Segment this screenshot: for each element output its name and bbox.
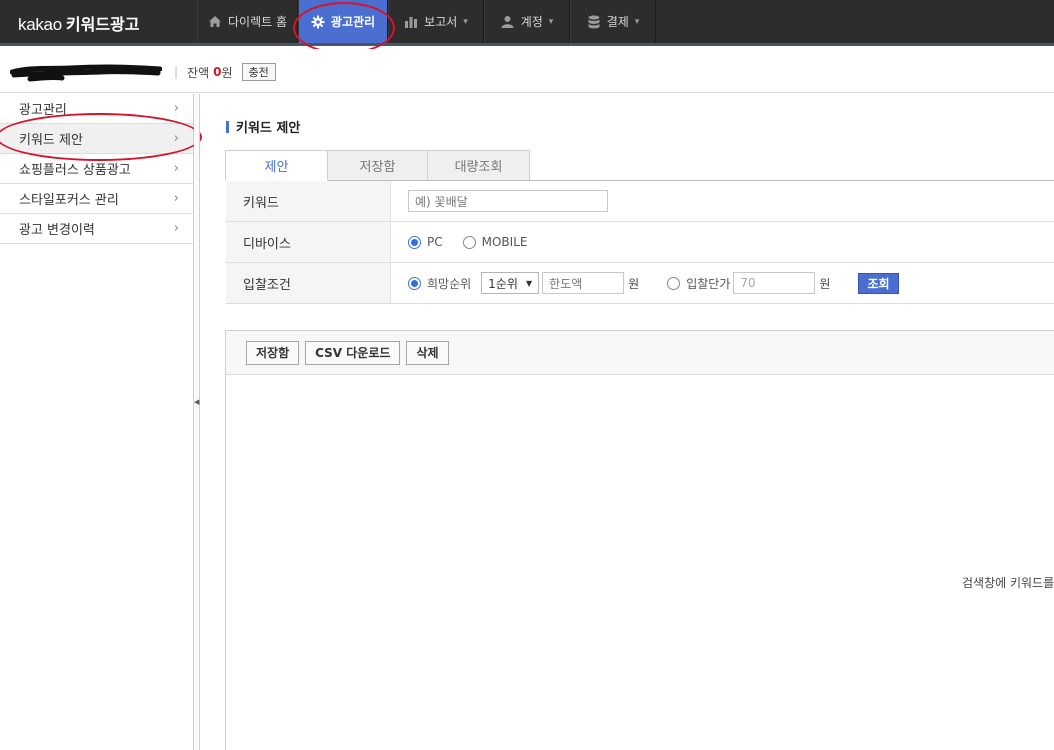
tab-bulk-query[interactable]: 대량조회 bbox=[427, 150, 530, 181]
nav-payment-label: 결제 bbox=[606, 15, 629, 29]
nav-report[interactable]: 보고서 ▾ bbox=[388, 0, 484, 43]
bar-chart-icon bbox=[404, 15, 418, 29]
tab-bar: 제안 저장함 대량조회 bbox=[225, 150, 530, 181]
radio-empty-icon bbox=[667, 276, 681, 290]
sidebar-item-label: 키워드 제안 bbox=[19, 133, 83, 148]
chevron-right-icon: › bbox=[173, 161, 179, 176]
sidebar-item-label: 스타일포커스 관리 bbox=[19, 193, 119, 208]
bid-price-input[interactable]: 70 bbox=[733, 272, 816, 294]
empty-results-message: 검색창에 키워드를 bbox=[962, 576, 1054, 590]
device-radio-pc[interactable]: PC bbox=[408, 235, 443, 249]
balance-area: | 잔액 0 원 충전 bbox=[174, 63, 276, 81]
sidebar-item-style-focus[interactable]: 스타일포커스 관리 › bbox=[0, 184, 193, 214]
chevron-down-icon: ▾ bbox=[548, 16, 554, 27]
form-row-keyword: 키워드 예) 꽃배달 bbox=[226, 181, 1054, 222]
nav-payment[interactable]: 결제 ▾ bbox=[570, 0, 656, 43]
chevron-right-icon: › bbox=[173, 131, 179, 146]
form-row-device: 디바이스 PC MOBILE bbox=[226, 222, 1054, 263]
divider: | bbox=[174, 65, 179, 79]
brand-product: 키워드광고 bbox=[65, 15, 140, 34]
bid-radio-price[interactable]: 입찰단가 bbox=[667, 275, 730, 292]
sidebar-item-shopping-plus[interactable]: 쇼핑플러스 상품광고 › bbox=[0, 154, 193, 184]
rank-select[interactable]: 1순위 ▼ bbox=[481, 272, 540, 294]
gear-icon bbox=[311, 15, 325, 29]
bid-condition-label: 입찰조건 bbox=[226, 263, 391, 303]
bid-price-unit: 원 bbox=[819, 276, 831, 291]
radio-selected-icon bbox=[408, 276, 421, 290]
database-icon bbox=[587, 15, 601, 29]
caret-down-icon: ▼ bbox=[526, 278, 533, 288]
csv-download-button[interactable]: CSV 다운로드 bbox=[305, 340, 401, 365]
account-bar: | 잔액 0 원 충전 bbox=[0, 49, 1054, 93]
brand-kakao: kakao bbox=[18, 15, 62, 34]
keyword-label: 키워드 bbox=[226, 181, 391, 221]
sidebar: 광고관리 › 키워드 제안 › 쇼핑플러스 상품광고 › 스타일포커스 관리 ›… bbox=[0, 94, 194, 750]
save-to-box-button[interactable]: 저장함 bbox=[246, 340, 300, 365]
sidebar-collapse-handle[interactable]: ◀ bbox=[194, 94, 200, 750]
results-panel: 저장함 CSV 다운로드 삭제 검색창에 키워드를 bbox=[225, 330, 1054, 750]
chevron-down-icon: ▾ bbox=[634, 16, 640, 27]
rank-option-label: 희망순위 bbox=[427, 276, 472, 291]
user-icon bbox=[501, 15, 515, 29]
form-row-bid: 입찰조건 희망순위 1순위 ▼ 한도액 원 입찰단가 70 원 조회 bbox=[226, 263, 1054, 304]
chevron-right-icon: › bbox=[173, 221, 179, 236]
radio-selected-icon bbox=[408, 235, 421, 249]
top-navigation-bar: kakao 키워드광고 다이렉트 홈 광고관리 보고서 ▾ 계정 ▾ 결제 ▾ bbox=[0, 0, 1054, 46]
limit-unit: 원 bbox=[628, 276, 640, 291]
home-icon bbox=[208, 15, 222, 29]
delete-button[interactable]: 삭제 bbox=[406, 340, 449, 365]
rank-select-value: 1순위 bbox=[488, 276, 518, 291]
sidebar-item-ad-management[interactable]: 광고관리 › bbox=[0, 94, 193, 124]
results-toolbar: 저장함 CSV 다운로드 삭제 bbox=[226, 331, 1054, 375]
device-label: 디바이스 bbox=[226, 222, 391, 262]
nav-account-label: 계정 bbox=[520, 15, 543, 29]
device-radio-mobile[interactable]: MOBILE bbox=[462, 235, 528, 249]
nav-account[interactable]: 계정 ▾ bbox=[484, 0, 570, 43]
title-marker bbox=[226, 120, 229, 133]
chevron-right-icon: › bbox=[173, 101, 179, 116]
nav-ad-management[interactable]: 광고관리 bbox=[298, 0, 388, 43]
main-nav: 다이렉트 홈 광고관리 보고서 ▾ 계정 ▾ 결제 ▾ bbox=[197, 0, 656, 43]
sidebar-item-label: 쇼핑플러스 상품광고 bbox=[19, 163, 131, 178]
tab-suggest[interactable]: 제안 bbox=[225, 150, 328, 181]
bid-radio-rank[interactable]: 희망순위 bbox=[408, 275, 471, 292]
redacted-account-scribble bbox=[10, 64, 162, 82]
radio-empty-icon bbox=[462, 235, 476, 249]
sidebar-item-keyword-suggestion[interactable]: 키워드 제안 › bbox=[0, 124, 193, 154]
balance-label: 잔액 bbox=[187, 65, 210, 80]
collapse-arrow-icon: ◀ bbox=[194, 398, 200, 406]
nav-direct-home-label: 다이렉트 홈 bbox=[227, 15, 287, 29]
query-button[interactable]: 조회 bbox=[858, 272, 899, 294]
keyword-input[interactable]: 예) 꽃배달 bbox=[408, 190, 608, 212]
sidebar-item-label: 광고 변경이력 bbox=[19, 223, 95, 238]
bid-price-label: 입찰단가 bbox=[686, 276, 731, 291]
device-pc-label: PC bbox=[427, 235, 443, 249]
page-title: 키워드 제안 bbox=[226, 117, 300, 136]
keyword-form: 키워드 예) 꽃배달 디바이스 PC MOBILE 입찰조건 희망순위 1순위 bbox=[226, 180, 1054, 304]
page-title-text: 키워드 제안 bbox=[236, 121, 301, 136]
sidebar-item-label: 광고관리 bbox=[19, 103, 67, 118]
nav-report-label: 보고서 bbox=[424, 15, 458, 29]
nav-direct-home[interactable]: 다이렉트 홈 bbox=[197, 0, 298, 43]
sidebar-item-change-history[interactable]: 광고 변경이력 › bbox=[0, 214, 193, 244]
limit-input[interactable]: 한도액 bbox=[542, 272, 625, 294]
charge-button[interactable]: 충전 bbox=[241, 63, 276, 81]
chevron-down-icon: ▾ bbox=[463, 16, 468, 27]
device-mobile-label: MOBILE bbox=[481, 235, 528, 249]
chevron-right-icon: › bbox=[173, 191, 179, 206]
nav-ad-management-label: 광고관리 bbox=[330, 15, 376, 29]
balance-amount: 0 bbox=[213, 65, 222, 79]
brand-logo[interactable]: kakao 키워드광고 bbox=[18, 11, 139, 35]
balance-unit: 원 bbox=[221, 65, 233, 80]
tab-saved[interactable]: 저장함 bbox=[327, 150, 428, 181]
